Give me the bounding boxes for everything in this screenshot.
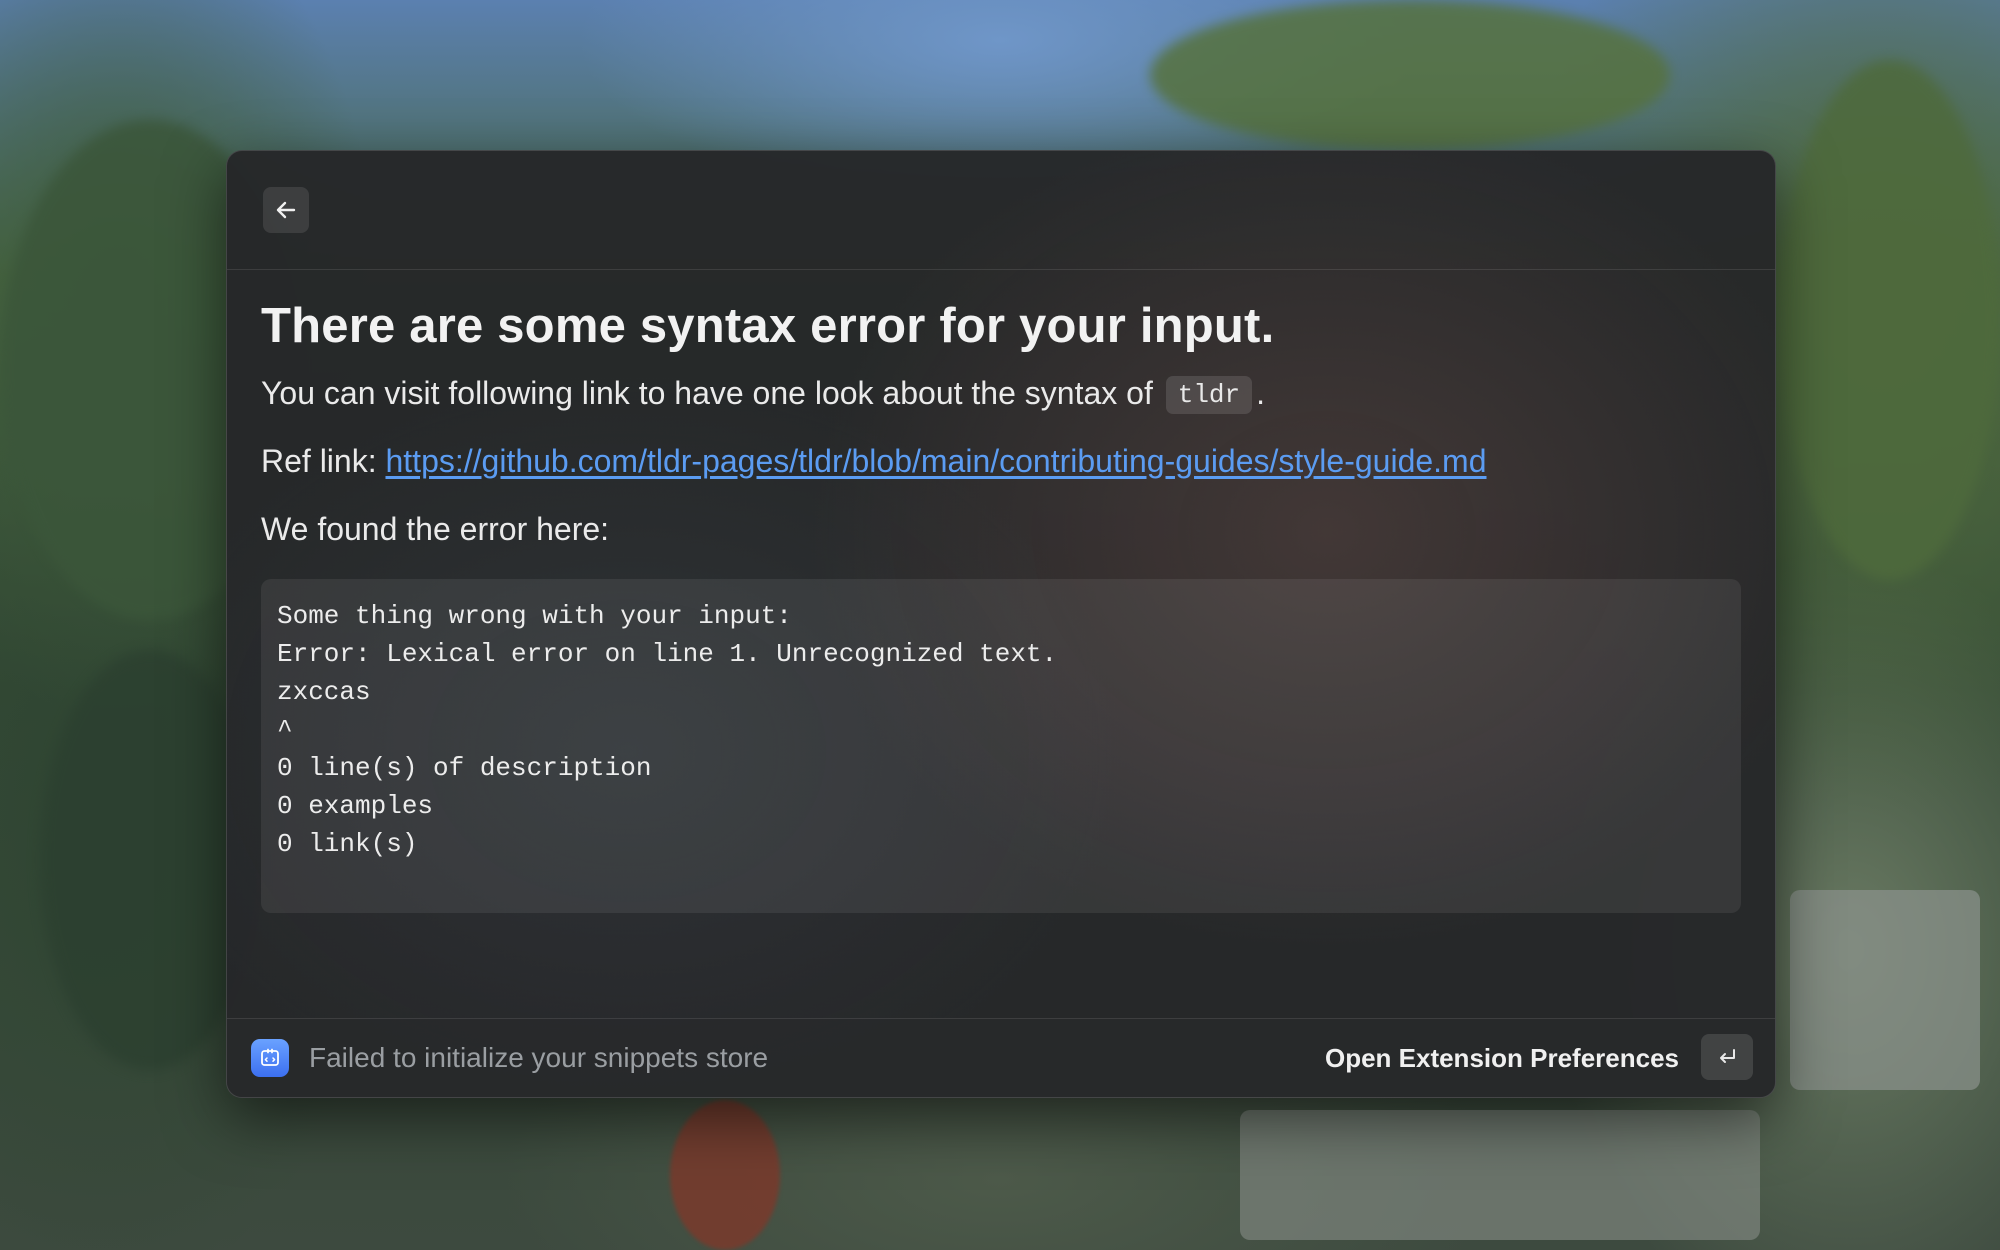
stone-wall: [1790, 890, 1980, 1090]
ref-link[interactable]: https://github.com/tldr-pages/tldr/blob/…: [385, 443, 1486, 479]
syntax-hint-text: You can visit following link to have one…: [261, 375, 1153, 411]
status-message: Failed to initialize your snippets store: [309, 1042, 769, 1073]
tree-canopy-top: [1150, 0, 1670, 150]
enter-key-button[interactable]: [1701, 1034, 1753, 1080]
snippets-extension-icon: [251, 1039, 289, 1077]
ref-link-row: Ref link: https://github.com/tldr-pages/…: [261, 439, 1743, 483]
code-line: zxccas: [277, 677, 371, 707]
return-key-icon: [1720, 1049, 1735, 1063]
code-line: Some thing wrong with your input:: [277, 601, 792, 631]
code-line: Error: Lexical error on line 1. Unrecogn…: [277, 639, 1058, 669]
code-line: 0 link(s): [277, 829, 418, 859]
window-header: [227, 151, 1775, 270]
ref-link-label: Ref link:: [261, 443, 386, 479]
stone-wall-lower: [1240, 1110, 1760, 1240]
back-button[interactable]: [263, 187, 309, 233]
tree-foliage-right: [1780, 60, 2000, 580]
action-bar: Failed to initialize your snippets store…: [227, 1018, 1775, 1097]
code-line: 0 examples: [277, 791, 434, 821]
error-detail-content: There are some syntax error for your inp…: [261, 293, 1743, 913]
syntax-hint: You can visit following link to have one…: [261, 371, 1743, 415]
extension-window: There are some syntax error for your inp…: [226, 150, 1776, 1098]
syntax-hint-period: .: [1256, 375, 1266, 411]
code-line: ^: [277, 715, 293, 745]
arrow-left-icon: [276, 201, 296, 219]
inline-code-tldr: tldr: [1165, 376, 1253, 414]
red-post: [670, 1100, 780, 1250]
error-code-block: Some thing wrong with your input: Error:…: [261, 579, 1741, 913]
open-extension-preferences-button[interactable]: Open Extension Preferences: [1325, 1039, 1679, 1077]
snippet-glyph-icon: [261, 1048, 279, 1066]
error-found-label: We found the error here:: [261, 511, 610, 547]
page-title: There are some syntax error for your inp…: [261, 299, 1275, 353]
code-line: 0 line(s) of description: [277, 753, 652, 783]
